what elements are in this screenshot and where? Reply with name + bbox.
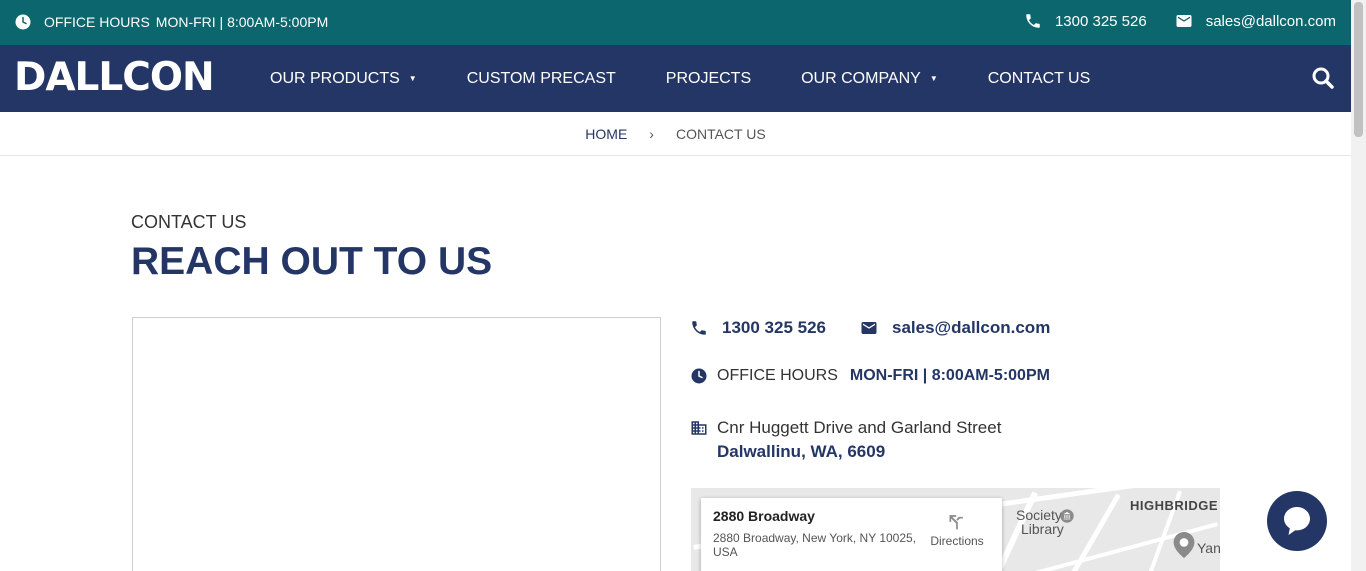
contact-phone-email-row: 1300 325 526 sales@dallcon.com <box>690 318 1050 338</box>
museum-pin-icon[interactable] <box>1059 508 1075 524</box>
topbar-office-hours: OFFICE HOURS MON-FRI | 8:00AM-5:00PM <box>14 13 328 31</box>
topbar-hours-label: OFFICE HOURS <box>44 14 150 30</box>
contact-address: Cnr Huggett Drive and Garland Street Dal… <box>717 416 1001 464</box>
main-navbar: DALLCON OUR PRODUCTS ▼ CUSTOM PRECAST PR… <box>0 45 1351 112</box>
nav-item-our-company[interactable]: OUR COMPANY ▼ <box>801 70 938 88</box>
contact-hours-row: OFFICE HOURS MON-FRI | 8:00AM-5:00PM <box>690 367 1050 385</box>
chat-bubble-icon <box>1284 507 1310 535</box>
breadcrumb: HOME › CONTACT US <box>0 112 1351 156</box>
nav-item-label: CONTACT US <box>987 69 1091 87</box>
nav-item-projects[interactable]: PROJECTS <box>666 70 751 88</box>
contact-email-link[interactable]: sales@dallcon.com <box>892 318 1050 338</box>
map-directions-button[interactable]: Directions <box>929 511 985 548</box>
phone-icon <box>1026 14 1040 28</box>
contact-hours-value: MON-FRI | 8:00AM-5:00PM <box>849 367 1050 384</box>
contact-address-row: Cnr Huggett Drive and Garland Street Dal… <box>690 416 1001 464</box>
nav-item-label: OUR PRODUCTS <box>270 69 400 87</box>
main-nav: OUR PRODUCTS ▼ CUSTOM PRECAST PROJECTS O… <box>270 45 1140 112</box>
directions-icon <box>949 515 963 530</box>
mail-icon <box>1176 15 1192 27</box>
breadcrumb-home-link[interactable]: HOME <box>585 126 627 142</box>
nav-item-label: CUSTOM PRECAST <box>466 69 616 87</box>
building-icon <box>691 421 707 435</box>
page-title: REACH OUT TO US <box>131 240 493 283</box>
map-place-address: 2880 Broadway, New York, NY 10025, USA <box>713 531 917 559</box>
address-line-2: Dalwallinu, WA, 6609 <box>717 442 886 461</box>
breadcrumb-current: CONTACT US <box>675 125 766 142</box>
breadcrumb-separator-icon: › <box>649 125 654 142</box>
clock-icon <box>691 368 707 384</box>
nav-item-contact-us[interactable]: CONTACT US <box>988 70 1091 88</box>
topbar-email-link[interactable]: sales@dallcon.com <box>1175 12 1336 30</box>
section-eyebrow: CONTACT US <box>131 212 247 232</box>
top-info-bar: OFFICE HOURS MON-FRI | 8:00AM-5:00PM 130… <box>0 0 1351 45</box>
scrollbar-thumb[interactable] <box>1354 2 1363 137</box>
embedded-map[interactable]: HIGHBRIDGE Society Library Yan 2880 Broa… <box>691 488 1220 571</box>
phone-icon <box>692 321 706 335</box>
page-scrollbar[interactable] <box>1351 0 1366 571</box>
clock-icon <box>15 14 31 30</box>
map-place-name: 2880 Broadway <box>713 508 815 524</box>
map-place-card: 2880 Broadway 2880 Broadway, New York, N… <box>701 498 1002 571</box>
nav-item-label: OUR COMPANY <box>801 69 921 87</box>
search-icon[interactable] <box>1311 66 1335 90</box>
caret-down-icon: ▼ <box>408 74 417 83</box>
topbar-email: sales@dallcon.com <box>1205 12 1336 30</box>
dallcon-logo[interactable]: DALLCON <box>14 58 215 98</box>
topbar-hours-value: MON-FRI | 8:00AM-5:00PM <box>155 14 329 30</box>
contact-hours-label: OFFICE HOURS <box>717 367 838 384</box>
topbar-phone: 1300 325 526 <box>1054 12 1147 30</box>
chat-launcher-button[interactable] <box>1267 491 1327 551</box>
map-directions-label: Directions <box>930 534 984 548</box>
map-area-label: HIGHBRIDGE <box>1130 498 1219 513</box>
nav-item-custom-precast[interactable]: CUSTOM PRECAST <box>467 70 616 88</box>
address-line-1: Cnr Huggett Drive and Garland Street <box>717 418 1002 437</box>
contact-form-frame[interactable] <box>132 317 661 571</box>
map-library-label: Library <box>1021 521 1064 537</box>
map-poi-label: Yan <box>1197 540 1220 556</box>
topbar-phone-link[interactable]: 1300 325 526 <box>1024 12 1147 30</box>
nav-item-label: PROJECTS <box>665 69 752 87</box>
mail-icon <box>861 322 877 334</box>
caret-down-icon: ▼ <box>929 74 938 83</box>
contact-phone-link[interactable]: 1300 325 526 <box>722 318 826 338</box>
map-pin-icon[interactable] <box>1173 532 1195 558</box>
nav-item-our-products[interactable]: OUR PRODUCTS ▼ <box>270 70 417 88</box>
